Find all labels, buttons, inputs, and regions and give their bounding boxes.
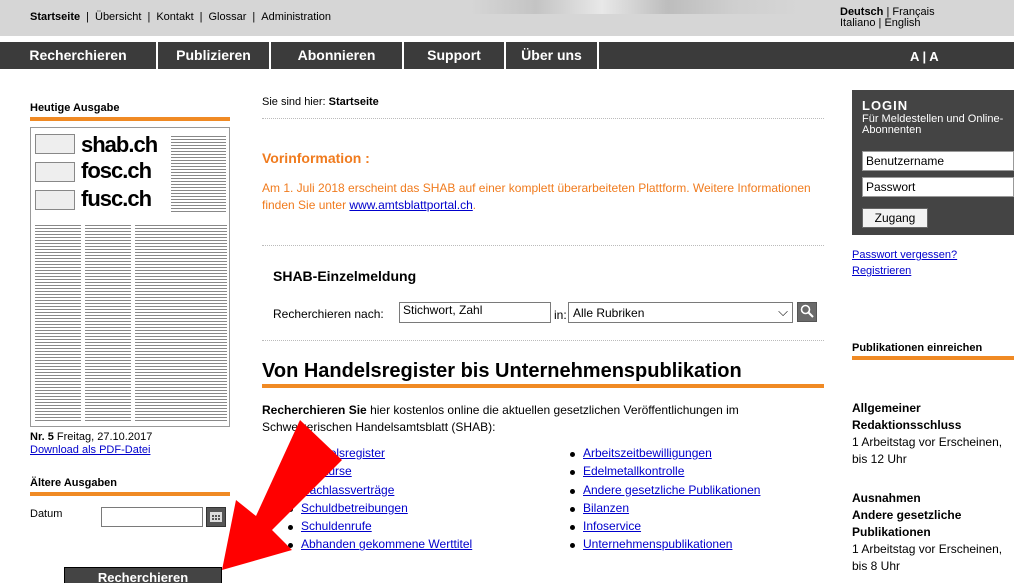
- nav-support[interactable]: Support: [404, 42, 506, 69]
- nav-abonnieren[interactable]: Abonnieren: [271, 42, 404, 69]
- today-issue-heading: Heutige Ausgabe: [30, 102, 120, 114]
- register-link[interactable]: Registrieren: [852, 265, 911, 277]
- cover-text-column: [85, 223, 131, 423]
- datum-input[interactable]: [101, 507, 203, 527]
- deadline-info: Allgemeiner Redaktionsschluss 1 Arbeitst…: [852, 400, 1014, 468]
- cover-title-fosc: fosc.ch: [81, 158, 152, 183]
- lang-italiano[interactable]: Italiano: [840, 17, 875, 29]
- preinformation-text: Am 1. Juli 2018 erscheint das SHAB auf e…: [262, 181, 811, 212]
- nav-publizieren[interactable]: Publizieren: [158, 42, 271, 69]
- issue-date: Freitag, 27.10.2017: [56, 431, 153, 443]
- nav-recherchieren[interactable]: Recherchieren: [0, 42, 158, 69]
- link-arbeitszeitbewilligungen[interactable]: Arbeitszeitbewilligungen: [583, 446, 712, 460]
- list-item: Edelmetallkontrolle: [570, 464, 760, 482]
- chevron-down-icon: ⌵: [778, 304, 788, 319]
- list-item: Infoservice: [570, 519, 760, 537]
- login-subtitle: Für Meldestellen und Online-Abonnenten: [862, 113, 1004, 136]
- older-issues-search-button[interactable]: Recherchieren: [64, 567, 222, 583]
- cover-title-shab: shab.ch: [81, 132, 158, 157]
- rubric-selected: Alle Rubriken: [573, 306, 645, 320]
- top-navigation: Startseite | Übersicht | Kontakt | Glossar | Adm…: [30, 11, 331, 23]
- deadline-heading: Redaktionsschluss: [852, 418, 962, 432]
- language-switcher: Deutsch | Français Italiano | English: [840, 6, 935, 29]
- nav-ueber-uns[interactable]: Über uns: [506, 42, 599, 69]
- cover-text-column: [135, 223, 181, 423]
- password-field[interactable]: Passwort: [862, 177, 1014, 197]
- orange-divider: [852, 356, 1014, 360]
- today-issue-cover[interactable]: shab.ch fosc.ch fusc.ch: [30, 127, 230, 427]
- list-item: Arbeitszeitbewilligungen: [570, 446, 760, 464]
- exceptions-heading: Ausnahmen: [852, 491, 921, 505]
- exceptions-heading: Andere gesetzliche Publikationen: [852, 508, 962, 539]
- single-notice-title: SHAB-Einzelmeldung: [273, 268, 417, 284]
- search-label: Recherchieren nach:: [273, 307, 384, 321]
- orange-divider: [262, 384, 824, 388]
- cover-text-column: [171, 134, 226, 212]
- list-item: Unternehmenspublikationen: [570, 537, 760, 555]
- issue-number: Nr. 5: [30, 431, 54, 443]
- divider: [262, 245, 824, 246]
- preinformation-title: Vorinformation :: [262, 150, 370, 166]
- exceptions-info: Ausnahmen Andere gesetzliche Publikation…: [852, 490, 1014, 575]
- issue-info: Nr. 5 Freitag, 27.10.2017: [30, 431, 152, 443]
- login-box: LOGIN Für Meldestellen und Online-Abonne…: [852, 90, 1014, 235]
- deadline-text: 1 Arbeitstag vor Erscheinen, bis 12 Uhr: [852, 435, 1003, 466]
- list-item: Andere gesetzliche Publikationen: [570, 483, 760, 501]
- search-input[interactable]: Stichwort, Zahl: [399, 302, 551, 323]
- orange-divider: [30, 117, 230, 121]
- topnav-kontakt[interactable]: Kontakt: [156, 11, 193, 23]
- list-item: Bilanzen: [570, 501, 760, 519]
- breadcrumb: Sie sind hier: Startseite: [262, 96, 379, 108]
- submit-publications-heading: Publikationen einreichen: [852, 342, 983, 354]
- forgot-password-link[interactable]: Passwort vergessen?: [852, 249, 957, 261]
- font-size-toggle[interactable]: A | A: [910, 42, 939, 69]
- cover-logo-box: [35, 190, 75, 210]
- link-unternehmenspublikationen[interactable]: Unternehmenspublikationen: [583, 537, 732, 551]
- login-button[interactable]: Zugang: [862, 208, 928, 228]
- cover-logo-box: [35, 134, 75, 154]
- preinformation-body: Am 1. Juli 2018 erscheint das SHAB auf e…: [262, 181, 811, 212]
- cover-logo-box: [35, 162, 75, 182]
- topnav-glossar[interactable]: Glossar: [209, 11, 247, 23]
- topnav-startseite[interactable]: Startseite: [30, 11, 80, 23]
- topnav-administration[interactable]: Administration: [261, 11, 331, 23]
- publication-links-right: Arbeitszeitbewilligungen Edelmetallkontr…: [570, 446, 760, 556]
- amtsblattportal-link[interactable]: www.amtsblattportal.ch: [349, 198, 472, 212]
- datum-label: Datum: [30, 508, 63, 520]
- link-andere-publikationen[interactable]: Andere gesetzliche Publikationen: [583, 483, 760, 497]
- exceptions-text: 1 Arbeitstag vor Erscheinen, bis 8 Uhr: [852, 542, 1003, 573]
- divider: [262, 118, 824, 119]
- search-icon[interactable]: [797, 302, 817, 322]
- username-field[interactable]: Benutzername: [862, 151, 1014, 171]
- divider: [262, 340, 824, 341]
- link-edelmetallkontrolle[interactable]: Edelmetallkontrolle: [583, 464, 684, 478]
- link-infoservice[interactable]: Infoservice: [583, 519, 641, 533]
- login-title: LOGIN: [862, 98, 909, 113]
- cover-title-fusc: fusc.ch: [81, 186, 152, 211]
- header-banner-image: [470, 0, 800, 14]
- breadcrumb-current: Startseite: [328, 96, 379, 108]
- breadcrumb-prefix: Sie sind hier:: [262, 96, 326, 108]
- section-title: Von Handelsregister bis Unternehmenspubl…: [262, 360, 742, 382]
- intro-bold: Recherchieren Sie: [262, 403, 367, 417]
- cover-text-column: [181, 223, 227, 423]
- topnav-uebersicht[interactable]: Übersicht: [95, 11, 141, 23]
- older-issues-heading: Ältere Ausgaben: [30, 477, 118, 489]
- main-navigation: Recherchieren Publizieren Abonnieren Sup…: [0, 42, 1014, 69]
- cover-text-column: [35, 223, 81, 423]
- in-label: in:: [554, 308, 567, 322]
- rubric-select[interactable]: Alle Rubriken ⌵: [568, 302, 793, 323]
- lang-english[interactable]: English: [884, 17, 920, 29]
- deadline-heading: Allgemeiner: [852, 401, 921, 415]
- download-pdf-link[interactable]: Download als PDF-Datei: [30, 444, 150, 456]
- link-bilanzen[interactable]: Bilanzen: [583, 501, 629, 515]
- red-arrow-annotation: [222, 420, 342, 570]
